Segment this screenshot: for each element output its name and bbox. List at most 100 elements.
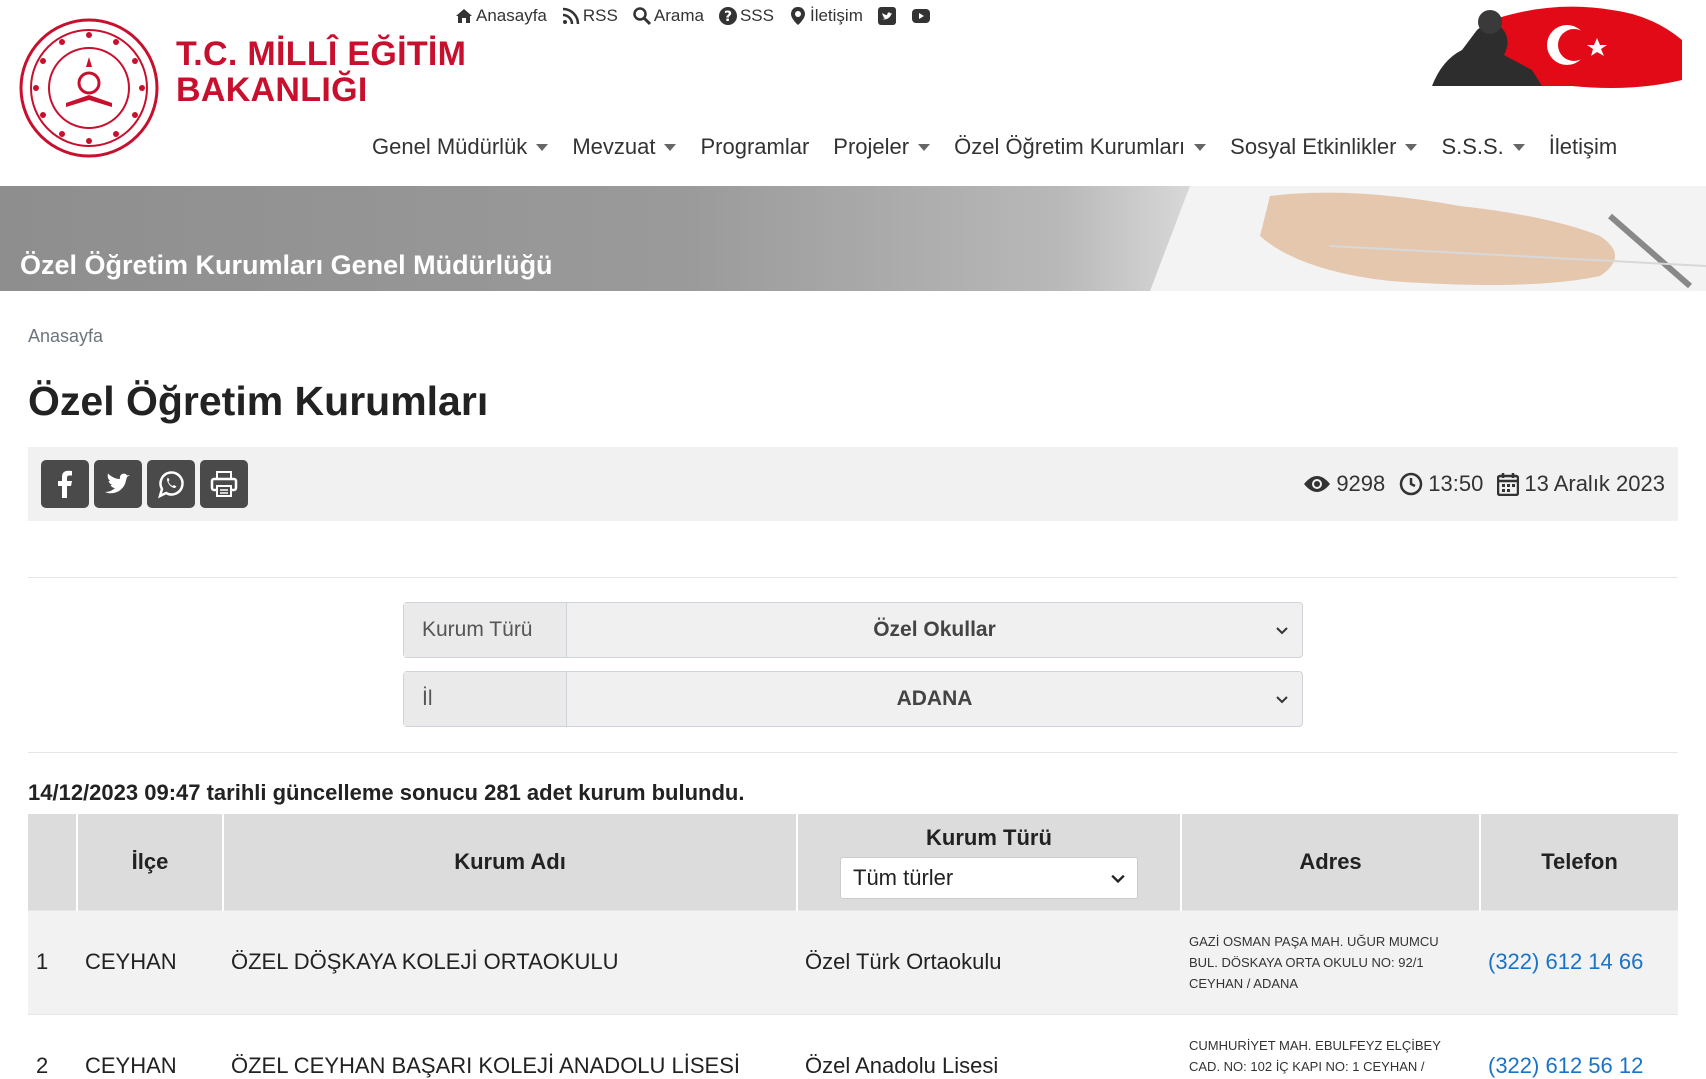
il-select[interactable]: ADANA: [567, 672, 1302, 726]
brand-title[interactable]: T.C. MİLLÎ EĞİTİM BAKANLIĞI: [176, 36, 466, 108]
top-link-label: İletişim: [809, 6, 863, 25]
nav-ozel-ogretim-kurumlari[interactable]: Özel Öğretim Kurumları: [954, 134, 1207, 160]
search-icon: [633, 7, 651, 26]
nav-genel-mudurluk[interactable]: Genel Müdürlük: [372, 134, 549, 160]
kurum-turu-select[interactable]: Özel Okullar: [567, 603, 1302, 657]
date-value: 13 Aralık 2023: [1524, 471, 1665, 496]
col-type-label[interactable]: Kurum Türü: [798, 825, 1180, 851]
col-phone[interactable]: Telefon: [1480, 814, 1678, 910]
site-header: T.C. MİLLÎ EĞİTİM BAKANLIĞI Anasayfa RSS…: [0, 0, 1706, 186]
col-district[interactable]: İlçe: [77, 814, 224, 910]
view-count: 9298: [1303, 471, 1385, 497]
selected-value: Özel Okullar: [873, 618, 996, 641]
nav-label: İletişim: [1548, 134, 1618, 159]
whatsapp-share-button[interactable]: [147, 460, 195, 508]
row-type: Özel Anadolu Lisesi: [797, 1013, 1181, 1079]
row-district: CEYHAN: [77, 1013, 223, 1079]
top-links: Anasayfa RSS Arama ? SSS İletişim: [454, 6, 931, 26]
youtube-icon: [911, 9, 930, 23]
facebook-icon: [58, 470, 72, 498]
banner-hand-image: [1150, 186, 1706, 291]
il-filter: İl ADANA: [403, 671, 1303, 727]
brand-line2: BAKANLIĞI: [176, 71, 368, 109]
whatsapp-icon: [158, 471, 184, 499]
share-buttons: [41, 460, 248, 508]
selected-value: ADANA: [896, 687, 973, 710]
nav-mevzuat[interactable]: Mevzuat: [572, 134, 677, 160]
nav-label: Sosyal Etkinlikler: [1230, 134, 1397, 159]
row-no: 1: [28, 909, 77, 1014]
top-link-rss[interactable]: RSS: [561, 6, 618, 26]
caret-down-icon: [536, 143, 549, 151]
top-link-label: Anasayfa: [476, 6, 547, 25]
views-value: 9298: [1336, 471, 1386, 496]
institutions-table: İlçe Kurum Adı Kurum Türü Tüm türler Adr…: [28, 814, 1678, 1079]
main-nav: Genel Müdürlük Mevzuat Programlar Projel…: [372, 134, 1617, 160]
col-no: [28, 814, 78, 910]
chevron-down-icon: [1276, 627, 1288, 635]
nav-label: Projeler: [833, 134, 910, 159]
nav-iletisim[interactable]: İletişim: [1549, 134, 1617, 160]
caret-down-icon: [918, 143, 931, 151]
caret-down-icon: [664, 143, 677, 151]
filter-label: İl: [404, 672, 567, 726]
row-type: Özel Türk Ortaokulu: [797, 909, 1181, 1014]
clock-icon: [1400, 472, 1423, 496]
nav-label: Programlar: [700, 134, 810, 159]
twitter-share-button[interactable]: [94, 460, 142, 508]
facebook-share-button[interactable]: [41, 460, 89, 508]
top-link-anasayfa[interactable]: Anasayfa: [454, 6, 547, 26]
row-phone-link[interactable]: (322) 612 14 66: [1480, 909, 1678, 1014]
col-address[interactable]: Adres: [1181, 814, 1481, 910]
row-district: CEYHAN: [77, 909, 223, 1014]
row-phone-link[interactable]: (322) 612 56 12: [1480, 1013, 1678, 1079]
chevron-down-icon: [1276, 696, 1288, 704]
page-banner: Özel Öğretim Kurumları Genel Müdürlüğü: [0, 186, 1706, 291]
twitter-icon: [105, 473, 130, 494]
top-link-sss[interactable]: ? SSS: [718, 6, 774, 26]
map-marker-icon: [790, 7, 805, 25]
page-title: Özel Öğretim Kurumları: [28, 378, 489, 424]
top-link-iletisim[interactable]: İletişim: [788, 6, 863, 26]
print-icon: [210, 471, 238, 497]
type-filter-select[interactable]: Tüm türler: [840, 856, 1138, 899]
top-link-arama[interactable]: Arama: [632, 6, 704, 26]
question-icon: ?: [718, 7, 737, 25]
print-button[interactable]: [200, 460, 248, 508]
caret-down-icon: [1194, 143, 1207, 151]
top-link-label: SSS: [739, 6, 774, 25]
svg-text:?: ?: [724, 9, 732, 25]
top-link-label: RSS: [582, 6, 618, 25]
col-name[interactable]: Kurum Adı: [223, 814, 798, 910]
top-link-youtube[interactable]: [911, 6, 931, 26]
breadcrumb[interactable]: Anasayfa: [28, 326, 103, 347]
publish-time: 13:50: [1399, 471, 1483, 497]
table-row: 2 CEYHAN ÖZEL CEYHAN BAŞARI KOLEJİ ANADO…: [28, 1013, 1678, 1079]
nav-sss[interactable]: S.S.S.: [1441, 134, 1525, 160]
row-no: 2: [28, 1013, 77, 1079]
home-icon: [456, 9, 472, 23]
twitter-icon: [877, 7, 896, 25]
row-address: CUMHURİYET MAH. EBULFEYZ ELÇİBEY CAD. NO…: [1181, 1013, 1480, 1079]
nav-label: S.S.S.: [1441, 134, 1504, 159]
nav-projeler[interactable]: Projeler: [833, 134, 931, 160]
brand-line1: T.C. MİLLÎ EĞİTİM: [176, 35, 467, 73]
nav-label: Özel Öğretim Kurumları: [954, 134, 1186, 159]
eye-icon: [1304, 476, 1331, 492]
calendar-icon: [1497, 473, 1520, 496]
nav-label: Genel Müdürlük: [372, 134, 528, 159]
meb-logo[interactable]: [18, 17, 160, 159]
top-link-label: Arama: [653, 6, 704, 25]
top-link-twitter[interactable]: [877, 6, 897, 26]
table-header-row: İlçe Kurum Adı Kurum Türü Tüm türler Adr…: [28, 814, 1678, 910]
row-name[interactable]: ÖZEL CEYHAN BAŞARI KOLEJİ ANADOLU LİSESİ: [223, 1013, 797, 1079]
row-address: GAZİ OSMAN PAŞA MAH. UĞUR MUMCU BUL. DÖS…: [1181, 909, 1480, 1014]
row-name[interactable]: ÖZEL DÖŞKAYA KOLEJİ ORTAOKULU: [223, 909, 797, 1014]
caret-down-icon: [1512, 143, 1525, 151]
table-row: 1 CEYHAN ÖZEL DÖŞKAYA KOLEJİ ORTAOKULU Ö…: [28, 909, 1678, 1014]
nav-sosyal-etkinlikler[interactable]: Sosyal Etkinlikler: [1230, 134, 1418, 160]
nav-programlar[interactable]: Programlar: [700, 134, 809, 160]
banner-title: Özel Öğretim Kurumları Genel Müdürlüğü: [20, 250, 553, 280]
selected-value: Tüm türler: [853, 864, 954, 890]
divider: [28, 577, 1678, 578]
